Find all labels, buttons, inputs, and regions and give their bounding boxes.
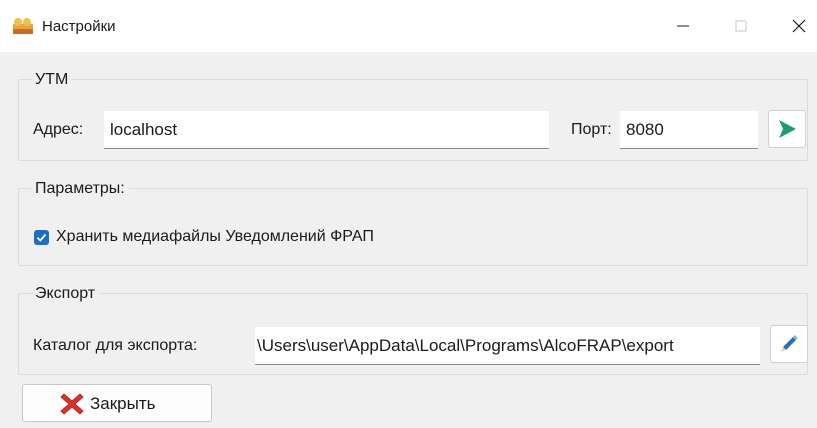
export-dir-input[interactable]: \Users\user\AppData\Local\Programs\AlcoF… — [255, 327, 760, 365]
minimize-icon — [677, 25, 689, 27]
export-dir-label: Каталог для экспорта: — [33, 337, 198, 354]
maximize-button[interactable] — [712, 0, 770, 52]
connect-button[interactable] — [768, 110, 806, 148]
params-group-title: Параметры: — [33, 179, 129, 199]
pencil-icon — [781, 335, 798, 352]
utm-group: УТМ Адрес: localhost Порт: 8080 — [18, 70, 808, 161]
red-x-icon — [60, 393, 84, 415]
play-arrow-icon — [779, 120, 796, 138]
close-dialog-button[interactable]: Закрыть — [22, 384, 212, 422]
maximize-icon — [735, 20, 747, 32]
dialog-body: УТМ Адрес: localhost Порт: 8080 Параметр… — [0, 52, 817, 428]
address-label: Адрес: — [33, 121, 84, 138]
port-input[interactable]: 8080 — [620, 111, 758, 149]
export-group-title: Экспорт — [33, 284, 100, 304]
close-icon — [792, 19, 806, 33]
window-title: Настройки — [42, 18, 116, 35]
title-bar: Настройки — [0, 0, 817, 52]
edit-path-button[interactable] — [770, 325, 808, 363]
window-close-button[interactable] — [770, 0, 817, 52]
params-group: Параметры: Хранить медиафайлы Уведомлени… — [18, 179, 808, 266]
export-group: Экспорт Каталог для экспорта: \Users\use… — [18, 284, 808, 375]
minimize-button[interactable] — [654, 0, 712, 52]
checkmark-icon — [36, 233, 47, 242]
close-button-label: Закрыть — [90, 394, 156, 413]
port-label: Порт: — [571, 121, 612, 138]
store-media-checkbox[interactable] — [34, 230, 49, 245]
app-icon — [12, 17, 34, 35]
address-input[interactable]: localhost — [104, 111, 549, 149]
utm-group-title: УТМ — [33, 70, 73, 90]
store-media-label[interactable]: Хранить медиафайлы Уведомлений ФРАП — [56, 227, 374, 247]
